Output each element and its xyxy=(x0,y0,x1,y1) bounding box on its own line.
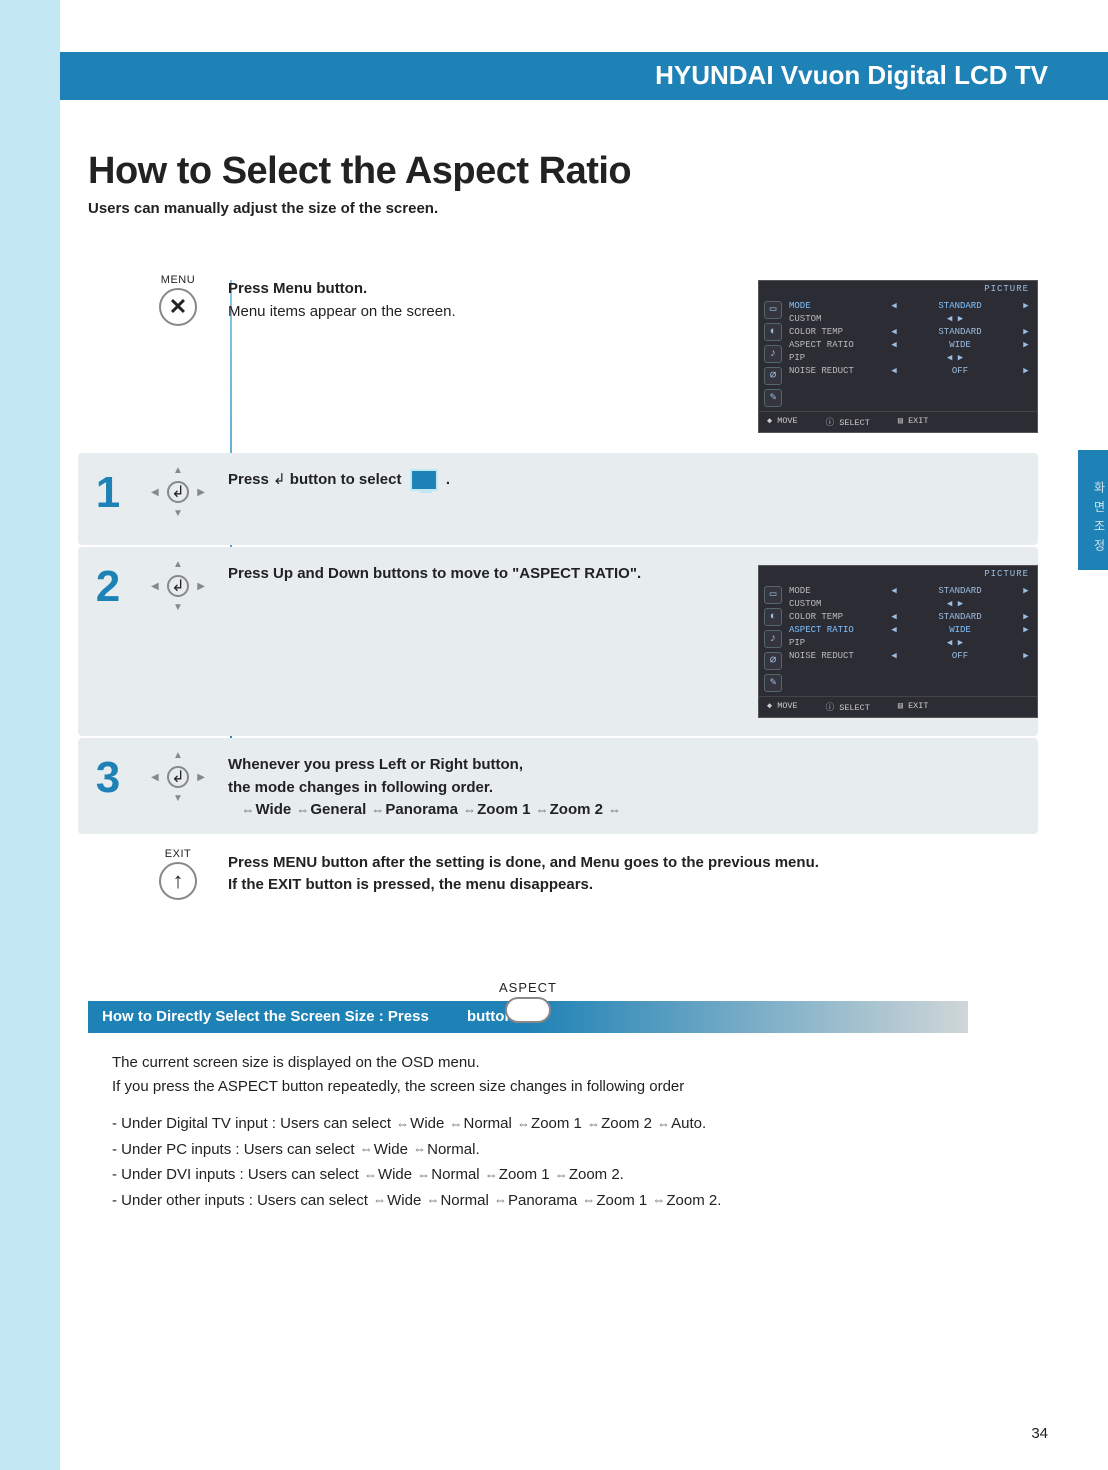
side-tab: 화 면 조 정 xyxy=(1078,450,1108,570)
osd-row: COLOR TEMP◀STANDARD▶ xyxy=(789,325,1031,338)
osd-row: COLOR TEMP◀STANDARD▶ xyxy=(789,610,1031,623)
step-menu-line2: Menu items appear on the screen. xyxy=(228,303,456,320)
steps-area: MENU ✕ Press Menu button. Menu items app… xyxy=(78,262,1038,928)
step-3: 3 ▲▼ ◀▶ ↲ Whenever you press Left or Rig… xyxy=(78,738,1038,834)
osd-row: NOISE REDUCT◀OFF▶ xyxy=(789,364,1031,377)
step-exit: EXIT ↑ Press MENU button after the setti… xyxy=(78,836,1038,928)
page-subtitle: Users can manually adjust the size of th… xyxy=(88,200,438,217)
step3-modes: ⇔Wide ⇔General ⇔Panorama ⇔Zoom 1 ⇔Zoom 2… xyxy=(228,801,622,818)
step-3-num: 3 xyxy=(78,750,138,800)
step-2: 2 ▲▼ ◀▶ ↲ Press Up and Down buttons to m… xyxy=(78,547,1038,736)
step-menu: MENU ✕ Press Menu button. Menu items app… xyxy=(78,262,1038,451)
osd-row: CUSTOM◀ ▶ xyxy=(789,597,1031,610)
header-bar: HYUNDAI Vvuon Digital LCD TV xyxy=(60,52,1108,100)
step1-mid: button to select xyxy=(290,471,406,488)
step1-post: . xyxy=(446,471,450,488)
dpad-icon: ▲▼ ◀▶ ↲ xyxy=(151,465,205,519)
bottom-section: ASPECT How to Directly Select the Screen… xyxy=(88,980,968,1213)
page-title: How to Select the Aspect Ratio xyxy=(88,150,631,193)
bar-pre: How to Directly Select the Screen Size :… xyxy=(102,1008,429,1025)
osd-row: PIP◀ ▶ xyxy=(789,636,1031,649)
osd-row: MODE◀STANDARD▶ xyxy=(789,584,1031,597)
step-exit-line1: Press MENU button after the setting is d… xyxy=(228,854,819,871)
list-item: - Under Digital TV input : Users can sel… xyxy=(112,1111,968,1137)
osd-side-icons: ▭◐♪⌀✎ xyxy=(759,297,787,411)
step-exit-line2: If the EXIT button is pressed, the menu … xyxy=(228,876,593,893)
exit-button-icon: ↑ xyxy=(159,862,197,900)
osd-side-icons: ▭◐♪⌀✎ xyxy=(759,582,787,696)
osd-row: ASPECT RATIO◀WIDE▶ xyxy=(789,623,1031,636)
step3-line2: the mode changes in following order. xyxy=(228,779,493,796)
osd-row: MODE◀STANDARD▶ xyxy=(789,299,1031,312)
list-item: - Under DVI inputs : Users can select ⇔W… xyxy=(112,1162,968,1188)
menu-button-icon: ✕ xyxy=(159,288,197,326)
bullets-list: - Under Digital TV input : Users can sel… xyxy=(88,1099,968,1213)
osd-row: CUSTOM◀ ▶ xyxy=(789,312,1031,325)
exit-icon-label: EXIT xyxy=(165,848,191,860)
step3-line1: Whenever you press Left or Right button, xyxy=(228,756,523,773)
left-decorative-strip xyxy=(0,0,60,1470)
step-menu-line1: Press Menu button. xyxy=(228,280,367,297)
aspect-label: ASPECT xyxy=(88,980,968,995)
osd-row: PIP◀ ▶ xyxy=(789,351,1031,364)
picture-menu-icon xyxy=(410,469,438,491)
enter-icon: ↲ xyxy=(273,469,286,492)
page-number: 34 xyxy=(1031,1425,1048,1442)
step1-pre: Press xyxy=(228,471,273,488)
step2-text: Press Up and Down buttons to move to "AS… xyxy=(228,565,641,582)
list-item: - Under other inputs : Users can select … xyxy=(112,1188,968,1214)
aspect-button-icon xyxy=(505,997,551,1023)
osd-row: NOISE REDUCT◀OFF▶ xyxy=(789,649,1031,662)
dpad-icon: ▲▼ ◀▶ ↲ xyxy=(151,750,205,804)
header-title: HYUNDAI Vvuon Digital LCD TV xyxy=(655,60,1048,90)
step-1: 1 ▲▼ ◀▶ ↲ Press ↲ button to select . xyxy=(78,453,1038,545)
dpad-icon: ▲▼ ◀▶ ↲ xyxy=(151,559,205,613)
osd1-title: PICTURE xyxy=(759,281,1037,297)
bottom-line1: The current screen size is displayed on … xyxy=(112,1054,480,1071)
osd-panel-2: PICTURE ▭◐♪⌀✎ MODE◀STANDARD▶CUSTOM◀ ▶COL… xyxy=(758,565,1038,718)
osd-panel-1: PICTURE ▭◐♪⌀✎ MODE◀STANDARD▶CUSTOM◀ ▶COL… xyxy=(758,280,1038,433)
osd2-title: PICTURE xyxy=(759,566,1037,582)
step-1-num: 1 xyxy=(78,465,138,515)
menu-icon-label: MENU xyxy=(161,274,195,286)
osd-row: ASPECT RATIO◀WIDE▶ xyxy=(789,338,1031,351)
step-2-num: 2 xyxy=(78,559,138,609)
bottom-line2: If you press the ASPECT button repeatedl… xyxy=(112,1078,684,1095)
list-item: - Under PC inputs : Users can select ⇔Wi… xyxy=(112,1137,968,1163)
